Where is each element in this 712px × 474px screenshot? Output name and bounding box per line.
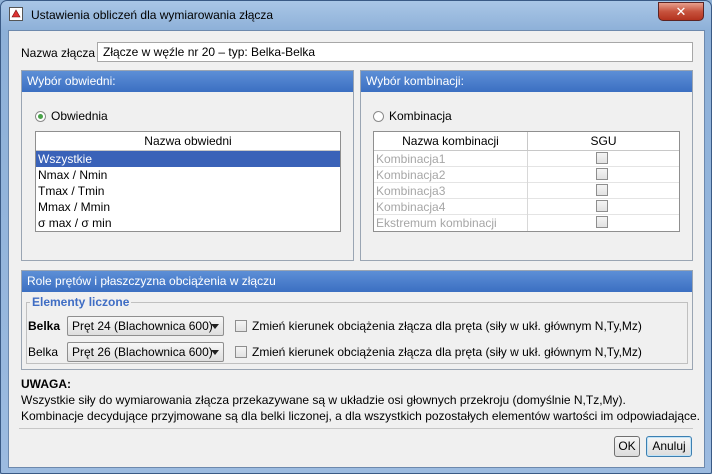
- envelope-row[interactable]: σ max / σ min: [36, 215, 340, 231]
- column-divider: [527, 151, 528, 231]
- sgu-checkbox[interactable]: [596, 168, 608, 180]
- connection-name-label: Nazwa złącza: [21, 46, 96, 60]
- member-element-select[interactable]: Pręt 26 (Blachownica 600): [67, 342, 224, 362]
- reverse-load-label: Zmień kierunek obciążenia złącza dla prę…: [252, 345, 642, 359]
- window-title: Ustawienia obliczeń dla wymiarowania złą…: [31, 8, 274, 22]
- combination-panel: Wybór kombinacji: Kombinacja Nazwa kombi…: [360, 70, 693, 261]
- note-line: Wszystkie siły do wymiarowania złącza pr…: [21, 393, 626, 407]
- envelope-row[interactable]: Mmax / Mmin: [36, 199, 340, 215]
- envelope-row[interactable]: Tmax / Tmin: [36, 183, 340, 199]
- combination-name: Kombinacja1: [376, 152, 446, 166]
- sgu-checkbox[interactable]: [596, 184, 608, 196]
- envelope-row[interactable]: Wszystkie: [36, 151, 340, 167]
- reverse-load-label: Zmień kierunek obciążenia złącza dla prę…: [252, 319, 642, 333]
- combination-name: Ekstremum kombinacji: [376, 216, 497, 230]
- footer-separator: [19, 428, 693, 429]
- envelope-radio[interactable]: [35, 111, 46, 122]
- combination-panel-header: Wybór kombinacji:: [361, 71, 692, 92]
- note-line: Kombinacje decydujące przyjmowane są dla…: [21, 409, 700, 423]
- settings-app-icon: [9, 7, 23, 21]
- envelope-radio-label: Obwiednia: [51, 109, 108, 123]
- combination-name-header[interactable]: Nazwa kombinacji: [374, 132, 528, 151]
- combination-table: Nazwa kombinacji SGU Kombinacja1 Kombina…: [373, 131, 680, 232]
- reverse-load-checkbox[interactable]: [235, 346, 247, 358]
- chevron-down-icon: [211, 350, 219, 355]
- combination-radio[interactable]: [373, 111, 384, 122]
- sgu-checkbox[interactable]: [596, 152, 608, 164]
- roles-panel-header: Role prętów i płaszczyzna obciążenia w z…: [22, 271, 692, 292]
- combination-name: Kombinacja2: [376, 168, 446, 182]
- envelope-table: Nazwa obwiedni Wszystkie Nmax / Nmin Tma…: [35, 131, 341, 232]
- envelope-panel: Wybór obwiedni: Obwiednia Nazwa obwiedni…: [21, 70, 354, 261]
- combination-name: Kombinacja3: [376, 184, 446, 198]
- member-element-value: Pręt 24 (Blachownica 600): [72, 319, 213, 333]
- envelope-panel-header: Wybór obwiedni:: [22, 71, 353, 92]
- ok-button[interactable]: OK: [614, 436, 640, 457]
- title-bar[interactable]: Ustawienia obliczeń dla wymiarowania złą…: [1, 1, 711, 29]
- dialog-content: Nazwa złącza Złącze w węźle nr 20 – typ:…: [8, 30, 705, 468]
- reverse-load-checkbox[interactable]: [235, 320, 247, 332]
- sgu-checkbox[interactable]: [596, 216, 608, 228]
- dialog-window: Ustawienia obliczeń dla wymiarowania złą…: [0, 0, 712, 474]
- member-element-select[interactable]: Pręt 24 (Blachownica 600): [67, 316, 224, 336]
- connection-name-field[interactable]: Złącze w węźle nr 20 – typ: Belka-Belka: [97, 42, 693, 62]
- envelope-row[interactable]: Nmax / Nmin: [36, 167, 340, 183]
- member-element-value: Pręt 26 (Blachownica 600): [72, 345, 213, 359]
- sgu-checkbox[interactable]: [596, 200, 608, 212]
- sgu-header[interactable]: SGU: [528, 132, 679, 151]
- combination-radio-label: Kombinacja: [389, 109, 452, 123]
- member-role-label: Belka: [28, 319, 61, 333]
- combination-name: Kombinacja4: [376, 200, 446, 214]
- cancel-button[interactable]: Anuluj: [646, 436, 692, 457]
- close-button[interactable]: ✕: [658, 2, 704, 21]
- note-title: UWAGA:: [21, 377, 71, 391]
- envelope-column-header[interactable]: Nazwa obwiedni: [36, 132, 340, 151]
- counted-elements-title: Elementy liczone: [30, 295, 132, 309]
- chevron-down-icon: [211, 324, 219, 329]
- member-role-label: Belka: [28, 345, 59, 359]
- close-icon: ✕: [675, 4, 687, 19]
- roles-panel: Role prętów i płaszczyzna obciążenia w z…: [21, 270, 693, 370]
